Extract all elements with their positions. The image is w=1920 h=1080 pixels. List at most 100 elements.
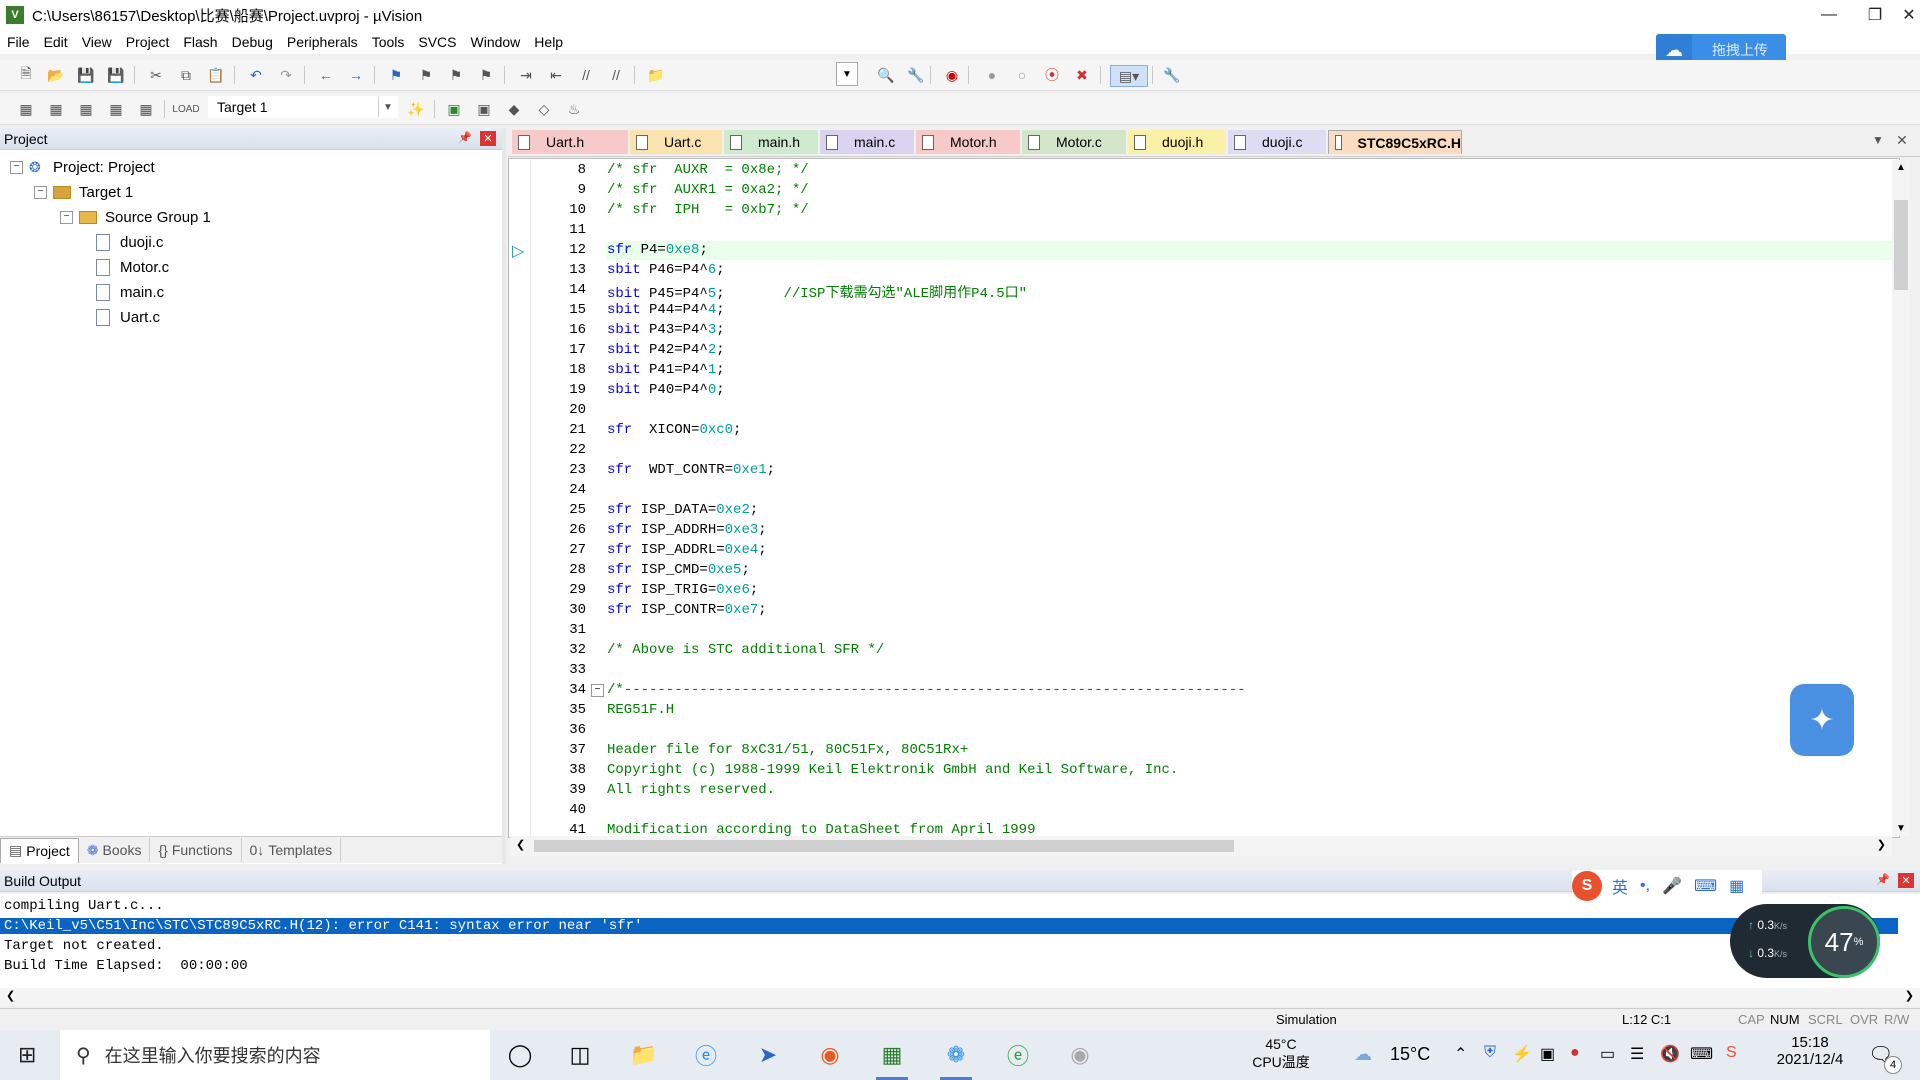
ime-menu-icon[interactable]: ▦ bbox=[1729, 876, 1744, 896]
scroll-left-icon[interactable]: ❮ bbox=[6, 989, 15, 1002]
build-icon[interactable]: ▦ bbox=[46, 99, 66, 119]
menu-flash[interactable]: Flash bbox=[176, 34, 224, 50]
tab-list-chevron-icon[interactable]: ▼ bbox=[1868, 130, 1888, 150]
sogou-tray-icon[interactable]: S bbox=[1726, 1044, 1737, 1062]
editor-horizontal-scrollbar[interactable]: ❮ ❯ bbox=[510, 836, 1892, 856]
code-line[interactable]: sbit P45=P4^5; //ISP下载需勾选"ALE脚用作P4.5口" bbox=[607, 282, 1027, 302]
network-speed-widget[interactable]: ↑ 0.3K/s ↓ 0.3K/s 47% bbox=[1730, 904, 1880, 978]
code-line[interactable]: sfr ISP_DATA=0xe2; bbox=[607, 502, 758, 518]
configure-icon[interactable]: 🔧 bbox=[1162, 65, 1182, 85]
feishu-icon[interactable]: ➤ bbox=[748, 1036, 788, 1074]
tree-file-main-c[interactable]: main.c bbox=[96, 280, 164, 304]
scroll-right-icon[interactable]: ❯ bbox=[1905, 989, 1914, 1002]
undo-icon[interactable]: ↶ bbox=[246, 65, 266, 85]
sogou-icon[interactable]: S bbox=[1572, 871, 1602, 901]
code-line[interactable]: sbit P43=P4^3; bbox=[607, 322, 725, 338]
pin-icon[interactable]: 📌 bbox=[458, 131, 472, 144]
taskbar-search-box[interactable]: ⚲ 在这里输入你要搜索的内容 bbox=[60, 1030, 490, 1080]
punctuation-icon[interactable]: •, bbox=[1640, 877, 1650, 895]
uncomment-icon[interactable]: // bbox=[606, 65, 626, 85]
build-output-panel[interactable]: compiling Uart.c... C:\Keil_v5\C51\Inc\S… bbox=[0, 894, 1920, 988]
close-icon[interactable]: ✕ bbox=[480, 131, 496, 146]
kill-breakpoints-icon[interactable]: ✖ bbox=[1072, 65, 1092, 85]
manage-components-icon[interactable]: ▣ bbox=[444, 99, 464, 119]
edge-icon[interactable]: ⓔ bbox=[686, 1036, 726, 1074]
windows-start-icon[interactable]: ⊞ bbox=[18, 1042, 36, 1068]
code-line[interactable]: sfr P4=0xe8; bbox=[607, 242, 708, 258]
tab-books[interactable]: ❁ Books bbox=[79, 838, 151, 862]
clock[interactable]: 15:18 2021/12/4 bbox=[1770, 1034, 1850, 1068]
menu-window[interactable]: Window bbox=[464, 34, 528, 50]
tab-uart-c[interactable]: Uart.c bbox=[630, 130, 722, 154]
volume-muted-icon[interactable]: 🔇 bbox=[1660, 1044, 1680, 1064]
code-line[interactable]: REG51F.H bbox=[607, 702, 674, 718]
find-combo-dropdown[interactable]: ▼ bbox=[836, 62, 858, 86]
code-line[interactable]: sbit P42=P4^2; bbox=[607, 342, 725, 358]
menu-help[interactable]: Help bbox=[527, 34, 570, 50]
disable-breakpoints-icon[interactable]: ⦿ bbox=[1042, 65, 1062, 85]
find-icon[interactable]: 🔍 bbox=[876, 65, 896, 85]
code-line[interactable]: Header file for 8xC31/51, 80C51Fx, 80C51… bbox=[607, 742, 968, 758]
qq-icon[interactable]: ● bbox=[1570, 1044, 1580, 1062]
rebuild-icon[interactable]: ▦ bbox=[76, 99, 96, 119]
clear-bookmarks-icon[interactable]: ⚑ bbox=[476, 65, 496, 85]
breakpoint-margin[interactable] bbox=[510, 160, 531, 836]
code-line[interactable]: sbit P40=P4^0; bbox=[607, 382, 725, 398]
code-line[interactable]: sbit P44=P4^4; bbox=[607, 302, 725, 318]
nav-forward-icon[interactable]: → bbox=[346, 65, 366, 85]
baidu-netdisk-icon[interactable]: ❁ bbox=[936, 1036, 976, 1080]
window-layout-icon[interactable]: ▤▾ bbox=[1110, 65, 1148, 87]
tree-target[interactable]: − Target 1 bbox=[34, 180, 133, 204]
battery-icon[interactable]: ▭ bbox=[1600, 1044, 1615, 1064]
target-select[interactable]: Target 1 ▼ bbox=[208, 96, 398, 118]
cut-icon[interactable]: ✂ bbox=[146, 65, 166, 85]
translate-icon[interactable]: ▦ bbox=[16, 99, 36, 119]
collapse-icon[interactable]: − bbox=[34, 185, 47, 199]
ie-icon[interactable]: ⓔ bbox=[998, 1036, 1038, 1074]
incremental-find-icon[interactable]: 🔧 bbox=[906, 65, 926, 85]
close-tab-icon[interactable]: ✕ bbox=[1892, 130, 1912, 150]
target-options-icon[interactable]: ✨ bbox=[406, 99, 426, 119]
enable-breakpoint-icon[interactable]: ○ bbox=[1012, 65, 1032, 85]
nav-back-icon[interactable]: ← bbox=[316, 65, 336, 85]
tree-file-uart-c[interactable]: Uart.c bbox=[96, 305, 160, 329]
tree-project-root[interactable]: − ❂ Project: Project bbox=[10, 155, 155, 179]
run-time-env-icon[interactable]: ♨ bbox=[564, 99, 584, 119]
show-hidden-icons-icon[interactable]: ⌃ bbox=[1454, 1044, 1467, 1064]
scroll-up-icon[interactable]: ▲ bbox=[1896, 162, 1906, 173]
editor-vertical-scrollbar[interactable]: ▲ ▼ bbox=[1892, 160, 1910, 836]
restore-button[interactable]: ❐ bbox=[1852, 0, 1898, 30]
new-file-icon[interactable]: 🗎 bbox=[16, 65, 36, 85]
cpu-temperature[interactable]: 45°C CPU温度 bbox=[1248, 1036, 1314, 1072]
pin-icon[interactable]: 📌 bbox=[1876, 873, 1890, 886]
cortana-icon[interactable]: ◯ bbox=[500, 1036, 540, 1074]
scroll-right-icon[interactable]: ❯ bbox=[1877, 838, 1886, 851]
manage-env-icon[interactable]: ▣ bbox=[474, 99, 494, 119]
menu-view[interactable]: View bbox=[75, 34, 119, 50]
code-line[interactable]: sfr ISP_TRIG=0xe6; bbox=[607, 582, 758, 598]
app-tray-icon[interactable]: ⚡ bbox=[1512, 1044, 1532, 1064]
prev-bookmark-icon[interactable]: ⚑ bbox=[416, 65, 436, 85]
browser-g-icon[interactable]: ◉ bbox=[810, 1036, 850, 1074]
fold-icon[interactable]: − bbox=[591, 684, 604, 697]
tab-motor-h[interactable]: Motor.h bbox=[916, 130, 1020, 154]
display-icon[interactable]: ▣ bbox=[1540, 1044, 1555, 1064]
breakpoint-icon[interactable]: ● bbox=[982, 65, 1002, 85]
code-line[interactable]: sfr WDT_CONTR=0xe1; bbox=[607, 462, 775, 478]
ime-keyboard-icon[interactable]: ⌨ bbox=[1690, 1044, 1713, 1064]
code-line[interactable]: Copyright (c) 1988-1999 Keil Elektronik … bbox=[607, 762, 1178, 778]
collapse-icon[interactable]: − bbox=[10, 160, 23, 174]
tab-duoji-h[interactable]: duoji.h bbox=[1128, 130, 1226, 154]
task-view-icon[interactable]: ◫ bbox=[560, 1036, 600, 1074]
build-line[interactable]: Target not created. bbox=[4, 938, 164, 954]
menu-svcs[interactable]: SVCS bbox=[411, 34, 463, 50]
comment-icon[interactable]: // bbox=[576, 65, 596, 85]
tab-duoji-c[interactable]: duoji.c bbox=[1228, 130, 1326, 154]
tab-main-c[interactable]: main.c bbox=[820, 130, 914, 154]
paste-icon[interactable]: 📋 bbox=[206, 65, 226, 85]
weather-cloud-icon[interactable]: ☁ bbox=[1354, 1044, 1372, 1065]
code-editor[interactable] bbox=[508, 158, 1900, 838]
app-icon[interactable]: ◉ bbox=[1060, 1036, 1100, 1074]
close-icon[interactable]: ✕ bbox=[1898, 873, 1914, 888]
tab-motor-c[interactable]: Motor.c bbox=[1022, 130, 1126, 154]
